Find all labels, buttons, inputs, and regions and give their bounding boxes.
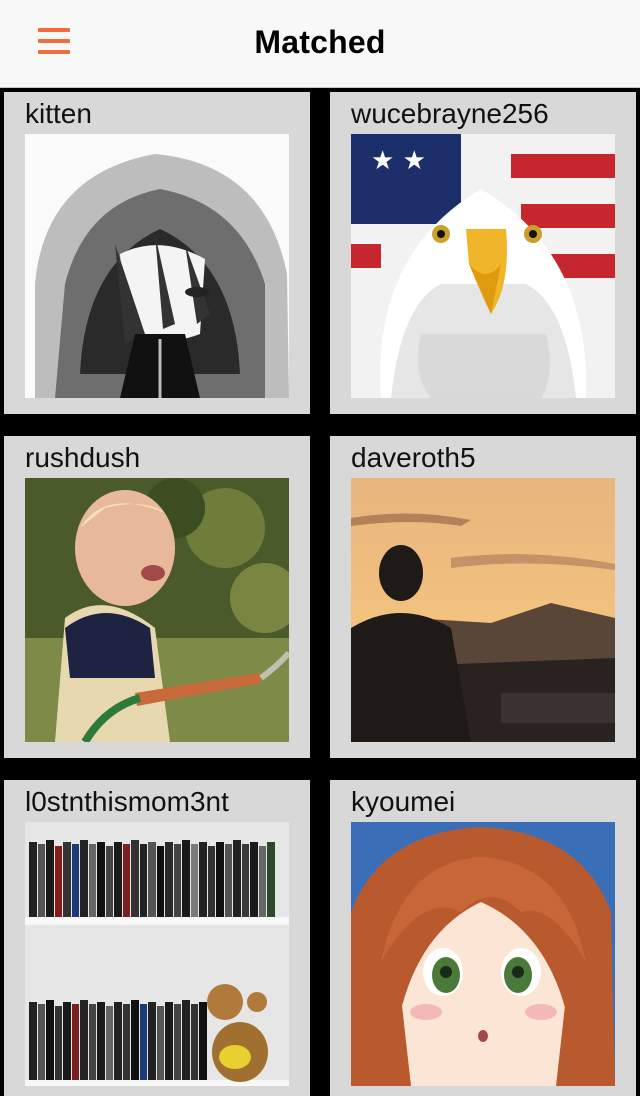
match-card-l0stnthismom3nt[interactable]: l0stnthismom3nt xyxy=(4,780,310,1096)
svg-text:★ ★: ★ ★ xyxy=(371,146,426,176)
match-card-wucebrayne256[interactable]: wucebrayne256 ★ ★ xyxy=(330,92,636,414)
match-username: daveroth5 xyxy=(351,442,476,473)
matches-grid: kitten wucebrayne256 ★ ★ rushdush davero… xyxy=(0,88,640,1096)
page-title: Matched xyxy=(254,24,386,60)
match-username: rushdush xyxy=(25,442,141,473)
match-photo[interactable] xyxy=(25,822,289,1086)
match-username: kyoumei xyxy=(351,786,456,817)
match-card-rushdush[interactable]: rushdush xyxy=(4,436,310,758)
match-photo[interactable] xyxy=(351,478,615,742)
nav-bar: Matched xyxy=(0,0,640,88)
match-username: l0stnthismom3nt xyxy=(25,786,229,817)
match-photo[interactable] xyxy=(351,822,615,1086)
match-photo[interactable]: ★ ★ xyxy=(351,134,615,398)
match-photo[interactable] xyxy=(25,134,289,398)
match-photo[interactable] xyxy=(25,478,289,742)
match-card-daveroth5[interactable]: daveroth5 xyxy=(330,436,636,758)
match-username: kitten xyxy=(25,98,92,129)
match-card-kyoumei[interactable]: kyoumei xyxy=(330,780,636,1096)
match-card-kitten[interactable]: kitten xyxy=(4,92,310,414)
match-username: wucebrayne256 xyxy=(351,98,549,129)
